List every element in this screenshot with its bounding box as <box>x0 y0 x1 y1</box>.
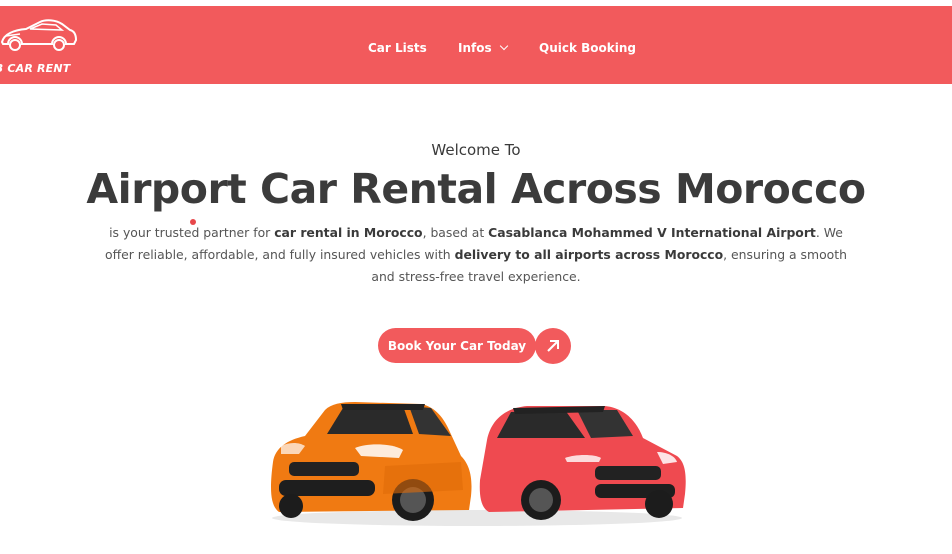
book-car-arrow-button[interactable] <box>535 328 571 364</box>
nav-car-lists[interactable]: Car Lists <box>368 41 427 55</box>
hero-cars-image <box>271 402 686 526</box>
book-car-label: Book Your Car Today <box>387 338 527 353</box>
hero-description: is your trusted partner for car rental i… <box>96 222 856 288</box>
book-car-button[interactable]: Book Your Car Today <box>378 328 536 363</box>
nav-infos[interactable]: Infos <box>458 41 508 55</box>
car-logo-icon <box>0 19 78 51</box>
desc-bold-1: car rental in Morocco <box>274 225 423 240</box>
hero-title: Airport Car Rental Across Morocco <box>86 165 866 213</box>
welcome-text: Welcome To <box>431 141 521 159</box>
orange-car <box>271 402 472 521</box>
desc-bold-2: Casablanca Mohammed V International Airp… <box>488 225 816 240</box>
site-logo[interactable]: AB CAR RENT <box>0 16 90 78</box>
site-header: AB CAR RENT Car Lists Infos Quick Bookin… <box>0 6 952 84</box>
logo-text: AB CAR RENT <box>0 62 71 75</box>
desc-text-2: , based at <box>422 225 489 240</box>
desc-bold-3: delivery to all airports across Morocco <box>454 247 724 262</box>
nav-quick-booking[interactable]: Quick Booking <box>539 41 636 55</box>
desc-text-1: is your trusted partner for <box>109 225 275 240</box>
chevron-down-icon <box>499 41 508 51</box>
nav-infos-label: Infos <box>458 41 492 55</box>
red-car <box>479 406 686 520</box>
arrow-up-right-icon <box>547 340 559 352</box>
